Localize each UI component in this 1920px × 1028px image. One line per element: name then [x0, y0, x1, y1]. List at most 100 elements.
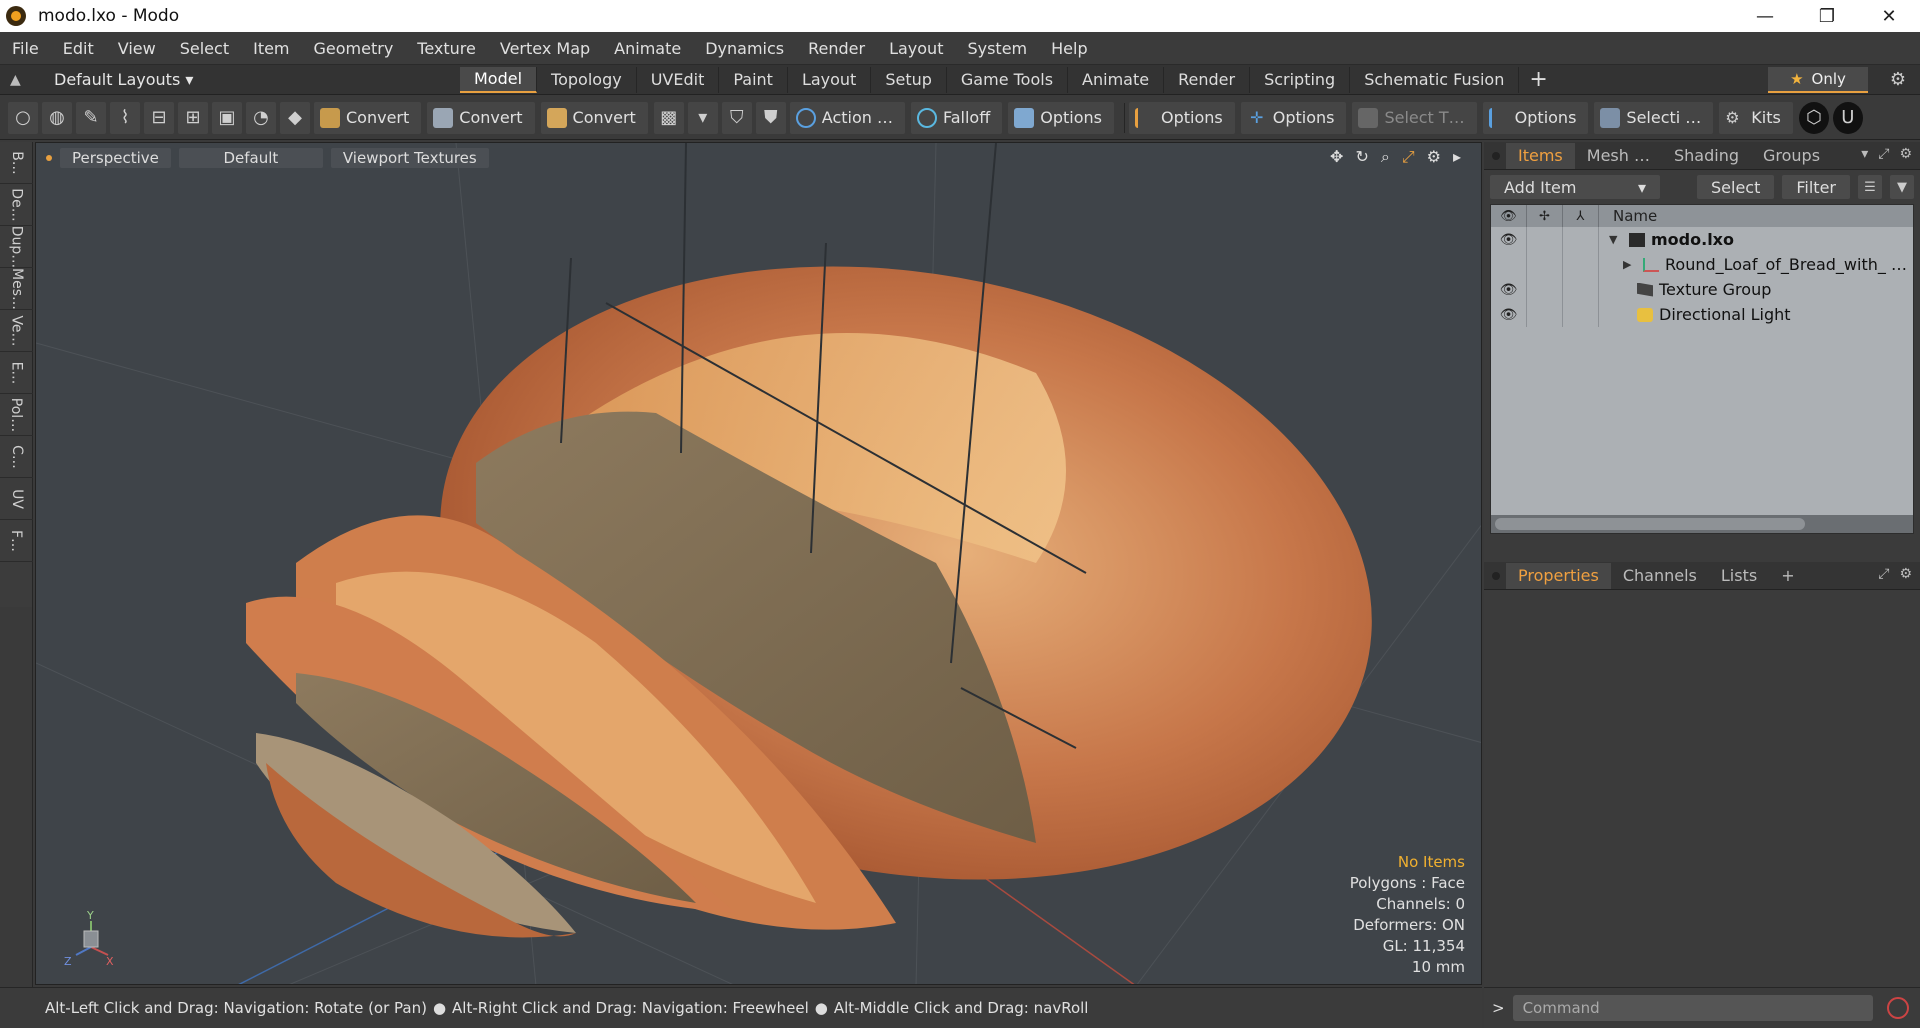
lock-cell[interactable]: [1527, 277, 1563, 302]
item-mode-icon[interactable]: ◔: [246, 101, 276, 134]
options-button-3[interactable]: ✛ Options: [1240, 101, 1347, 134]
funnel-icon[interactable]: ▼: [1890, 175, 1914, 199]
panel-dropdown-icon[interactable]: ▾: [1861, 146, 1868, 162]
select-button[interactable]: Select: [1697, 175, 1775, 199]
menu-layout[interactable]: Layout: [877, 39, 955, 58]
menu-edit[interactable]: Edit: [51, 39, 106, 58]
selection-sets-button[interactable]: Selecti …: [1594, 101, 1714, 134]
shading-default-dropdown[interactable]: Default: [178, 148, 323, 168]
tab-setup[interactable]: Setup: [871, 66, 947, 93]
properties-menu-dot-icon[interactable]: [1492, 571, 1500, 580]
list-item[interactable]: 👁 Texture Group: [1491, 277, 1913, 302]
tab-model[interactable]: Model: [460, 66, 538, 93]
tab-lists[interactable]: Lists: [1709, 563, 1769, 589]
tab-vertex[interactable]: Ve…: [0, 310, 33, 352]
tab-uvedit[interactable]: UVEdit: [637, 66, 720, 93]
menu-dynamics[interactable]: Dynamics: [693, 39, 796, 58]
grid-icon[interactable]: ⊞: [178, 101, 208, 134]
viewport-gear-icon[interactable]: ⚙: [1427, 147, 1441, 167]
eye-icon[interactable]: 👁: [1491, 302, 1527, 327]
panel-menu-dot-icon[interactable]: [1492, 151, 1500, 160]
visibility-column-eye-icon[interactable]: 👁: [1491, 205, 1527, 227]
viewport-textures-dropdown[interactable]: Viewport Textures: [330, 148, 489, 168]
command-input[interactable]: Command: [1512, 995, 1873, 1021]
tab-paint[interactable]: Paint: [719, 66, 788, 93]
tab-mesh-edit[interactable]: Mes…: [0, 268, 33, 310]
scrollbar-thumb[interactable]: [1495, 518, 1805, 530]
lock-cell[interactable]: [1527, 252, 1563, 277]
tab-duplicate[interactable]: Dup…: [0, 225, 33, 268]
polygon-icon[interactable]: ▣: [212, 101, 242, 134]
rotate-icon[interactable]: ↻: [1355, 147, 1368, 167]
circle-select-icon[interactable]: ○: [8, 101, 38, 134]
collapse-arrow-icon[interactable]: ▲: [10, 72, 32, 88]
tab-game-tools[interactable]: Game Tools: [947, 66, 1069, 93]
properties-gear-icon[interactable]: ⚙: [1899, 566, 1912, 582]
tab-scripting[interactable]: Scripting: [1250, 66, 1351, 93]
eye-icon[interactable]: 👁: [1491, 277, 1527, 302]
maximize-viewport-icon[interactable]: ⤢: [1402, 147, 1415, 167]
lock-cell[interactable]: [1527, 302, 1563, 327]
eye-cell[interactable]: [1491, 252, 1527, 277]
only-toggle[interactable]: ★ Only: [1768, 67, 1868, 93]
menu-animate[interactable]: Animate: [602, 39, 693, 58]
menu-vertex-map[interactable]: Vertex Map: [488, 39, 602, 58]
material-icon[interactable]: ◆: [280, 101, 310, 134]
add-tab-button[interactable]: +: [1529, 67, 1547, 92]
add-properties-tab-button[interactable]: +: [1769, 563, 1806, 589]
collapsed-arrow-icon[interactable]: ▶: [1623, 258, 1637, 271]
tab-schematic-fusion[interactable]: Schematic Fusion: [1350, 66, 1520, 93]
select-through-button[interactable]: Select T…: [1352, 101, 1477, 134]
unity-icon[interactable]: ⬡: [1798, 101, 1829, 134]
tab-mesh-ops[interactable]: Mesh …: [1575, 143, 1662, 169]
tab-items[interactable]: Items: [1506, 142, 1575, 169]
collapse-list-icon[interactable]: ☰: [1858, 175, 1882, 199]
options-button-1[interactable]: Options: [1008, 101, 1114, 134]
list-item[interactable]: ▶ Round_Loaf_of_Bread_with_ …: [1491, 252, 1913, 277]
zoom-icon[interactable]: ⌕: [1381, 147, 1390, 167]
lock-cell[interactable]: [1527, 227, 1563, 252]
convert-button-2[interactable]: Convert: [427, 101, 535, 134]
record-macro-icon[interactable]: [1886, 997, 1909, 1019]
tab-groups[interactable]: Groups: [1751, 143, 1832, 169]
list-item[interactable]: 👁 Directional Light: [1491, 302, 1913, 327]
options-button-4[interactable]: Options: [1482, 101, 1589, 134]
options-button-2[interactable]: Options: [1128, 101, 1235, 134]
panel-gear-icon[interactable]: ⚙: [1899, 146, 1912, 162]
shield-icon[interactable]: ⛉: [721, 101, 752, 134]
menu-file[interactable]: File: [0, 39, 51, 58]
convert-button-3[interactable]: Convert: [540, 101, 648, 134]
menu-system[interactable]: System: [955, 39, 1039, 58]
menu-item[interactable]: Item: [241, 39, 301, 58]
tab-curve[interactable]: C…: [0, 436, 33, 478]
add-item-button[interactable]: Add Item ▾: [1490, 175, 1660, 199]
tab-properties[interactable]: Properties: [1506, 562, 1611, 589]
layout-gear-icon[interactable]: ⚙: [1890, 69, 1906, 90]
pan-icon[interactable]: ✥: [1330, 147, 1343, 167]
menu-texture[interactable]: Texture: [405, 39, 488, 58]
action-center-button[interactable]: Action …: [789, 101, 905, 134]
shield-gear-icon[interactable]: ⛊: [755, 101, 786, 134]
lock-column-icon[interactable]: ✢: [1527, 205, 1563, 227]
tab-polygon[interactable]: Pol…: [0, 394, 33, 436]
perspective-dropdown[interactable]: Perspective: [60, 148, 171, 168]
properties-popout-icon[interactable]: ⤢: [1878, 566, 1889, 582]
tab-shading[interactable]: Shading: [1662, 143, 1751, 169]
unreal-icon[interactable]: U: [1832, 101, 1863, 134]
list-item[interactable]: 👁 ▼ modo.lxo: [1491, 227, 1913, 252]
tab-layout[interactable]: Layout: [788, 66, 872, 93]
name-column-header[interactable]: Name: [1599, 207, 1657, 225]
menu-render[interactable]: Render: [796, 39, 877, 58]
horizontal-scrollbar[interactable]: [1491, 515, 1913, 533]
eye-icon[interactable]: 👁: [1491, 227, 1527, 252]
pen-icon[interactable]: ✎: [76, 101, 106, 134]
tab-uv[interactable]: UV: [0, 478, 33, 520]
edge-icon[interactable]: ⊟: [144, 101, 174, 134]
minimize-button[interactable]: —: [1734, 0, 1796, 32]
close-button[interactable]: ✕: [1858, 0, 1920, 32]
cube-icon[interactable]: ▩: [653, 101, 684, 134]
viewport-expand-arrow-icon[interactable]: ▸: [1453, 147, 1461, 167]
tab-edge[interactable]: E…: [0, 352, 33, 394]
convert-button-1[interactable]: Convert: [314, 101, 422, 134]
3d-viewport[interactable]: Y X Z Perspective Default Viewport Textu…: [35, 142, 1482, 985]
